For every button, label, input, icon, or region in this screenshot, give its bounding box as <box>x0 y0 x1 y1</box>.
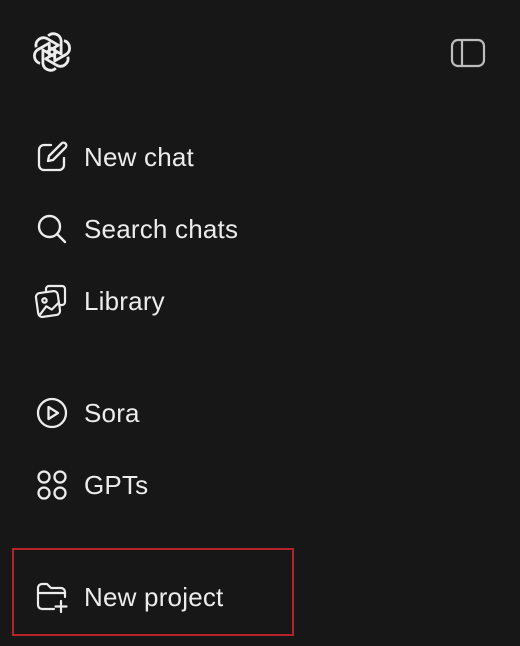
sidebar: New chat Search chats Library Sora GPTs … <box>0 0 520 646</box>
search-icon <box>34 211 70 247</box>
sidebar-item-label: Search chats <box>84 213 239 244</box>
play-circle-icon <box>34 395 70 431</box>
sidebar-item-label: Library <box>84 285 165 316</box>
sidebar-item-label: New chat <box>84 141 194 172</box>
sidebar-item-new-chat[interactable]: New chat <box>24 131 484 183</box>
sidebar-item-label: Sora <box>84 397 140 428</box>
library-icon <box>34 283 70 319</box>
sidebar-item-new-project[interactable]: New project <box>24 571 484 623</box>
sidebar-item-gpts[interactable]: GPTs <box>24 459 484 511</box>
grid-circles-icon <box>34 467 70 503</box>
new-chat-icon <box>34 139 70 175</box>
sidebar-item-library[interactable]: Library <box>24 275 484 327</box>
sidebar-item-sora[interactable]: Sora <box>24 387 484 439</box>
sidebar-toggle-icon <box>450 38 486 68</box>
openai-logo-icon[interactable] <box>30 30 74 74</box>
sidebar-item-label: GPTs <box>84 469 149 500</box>
sidebar-toggle-button[interactable] <box>448 33 488 73</box>
sidebar-item-label: New project <box>84 581 224 612</box>
sidebar-item-search-chats[interactable]: Search chats <box>24 203 484 255</box>
folder-plus-icon <box>34 579 70 615</box>
